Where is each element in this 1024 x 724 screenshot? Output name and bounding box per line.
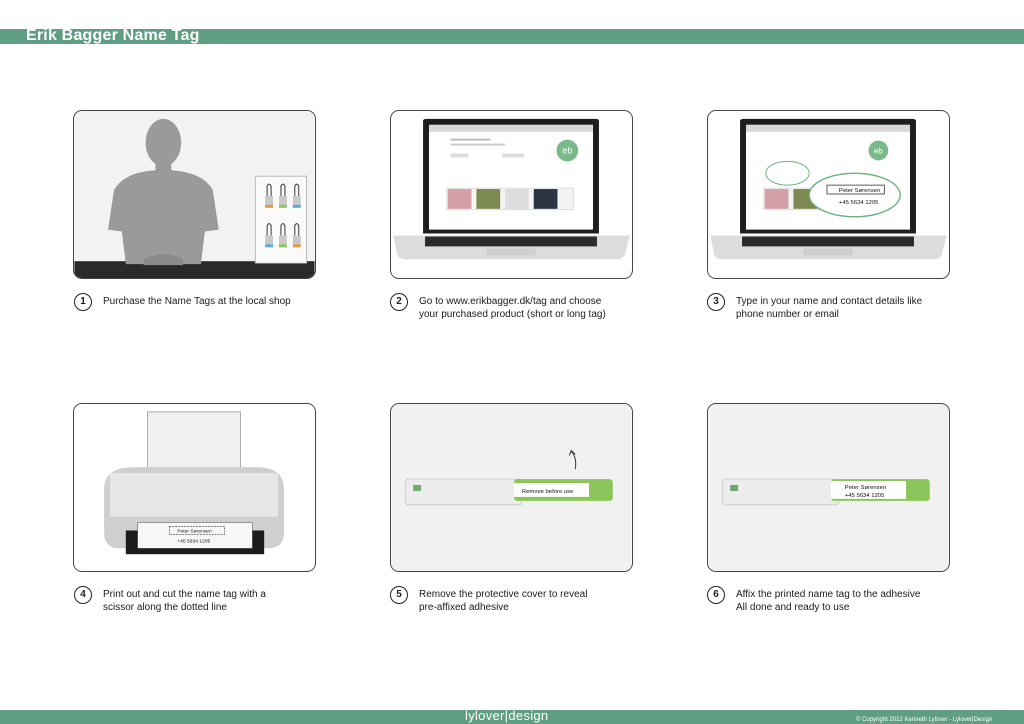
step-number: 5 [390, 586, 408, 604]
step-number: 6 [707, 586, 725, 604]
footer-brand: lylover|design [465, 708, 549, 723]
step-description: Purchase the Name Tags at the local shop [103, 296, 291, 307]
step-number: 1 [74, 293, 92, 311]
illustration-remove-cover: Remove before use [390, 403, 633, 572]
footer-copyright: © Copyright 2012 Kenneth Lylover - Lylov… [856, 717, 993, 723]
step-description: Print out and cut the name tag with a sci… [103, 589, 266, 613]
illustration-affixed-tag: Peter Sørensen +45 5634 1205 [707, 403, 950, 572]
step-description: Go to www.erikbagger.dk/tag and choose yo… [419, 296, 606, 320]
svg-text:+45 5634 1205: +45 5634 1205 [839, 200, 879, 206]
svg-text:+45 5634 1205: +45 5634 1205 [177, 538, 210, 544]
step-description: Type in your name and contact details li… [736, 296, 923, 320]
step-description: Remove the protective cover to reveal pre… [419, 589, 588, 613]
step-number: 3 [707, 293, 725, 311]
illustration-laptop-type-name: eb Peter Sørensen +45 5634 1205 [707, 110, 950, 279]
illustration-laptop-website: eb [390, 110, 633, 279]
illustration-printer: Peter Sørensen +45 5634 1205 [73, 403, 316, 572]
page-title: Erik Bagger Name Tag [26, 27, 200, 44]
svg-text:Peter Sørensen: Peter Sørensen [845, 485, 886, 491]
step-description: Affix the printed name tag to the adhesi… [736, 589, 921, 613]
svg-text:eb: eb [874, 146, 883, 155]
svg-text:Remove before use: Remove before use [522, 489, 574, 495]
svg-text:+45 5634 1205: +45 5634 1205 [845, 493, 885, 499]
step-number: 4 [74, 586, 92, 604]
svg-text:Peter Sørensen: Peter Sørensen [177, 528, 212, 534]
step-number: 2 [390, 293, 408, 311]
svg-text:eb: eb [562, 145, 572, 155]
illustration-shop [73, 110, 316, 279]
svg-text:Peter Sørensen: Peter Sørensen [839, 188, 880, 194]
